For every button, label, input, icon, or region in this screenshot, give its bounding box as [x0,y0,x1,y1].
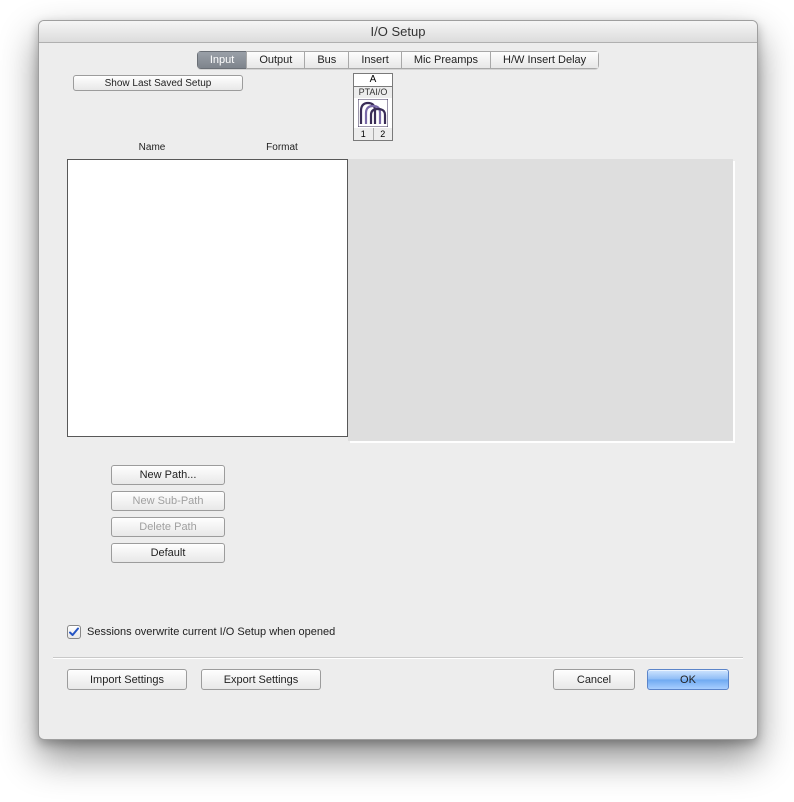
cancel-button[interactable]: Cancel [553,669,635,690]
checkmark-icon [68,626,80,638]
show-last-saved-container: Show Last Saved Setup [73,75,243,91]
import-settings-button[interactable]: Import Settings [67,669,187,690]
tab-mic-preamps[interactable]: Mic Preamps [401,51,490,69]
channel-grid[interactable] [348,159,733,441]
io-setup-window: I/O Setup Input Output Bus Insert Mic Pr… [38,20,758,740]
io-device-label: PTAI/O [353,87,393,98]
path-buttons: New Path... New Sub-Path Delete Path Def… [111,465,225,563]
io-channel-row: 1 2 [353,128,393,141]
io-channel-2[interactable]: 2 [374,128,393,140]
tab-bus[interactable]: Bus [304,51,348,69]
tab-output[interactable]: Output [246,51,304,69]
default-button[interactable]: Default [111,543,225,563]
path-list[interactable] [67,159,348,437]
io-device-icon-cell[interactable] [353,98,393,128]
footer: Import Settings Export Settings Cancel O… [67,669,729,690]
tab-row: Input Output Bus Insert Mic Preamps H/W … [39,51,757,69]
delete-path-button: Delete Path [111,517,225,537]
export-settings-button[interactable]: Export Settings [201,669,321,690]
tab-insert[interactable]: Insert [348,51,401,69]
window-title: I/O Setup [371,24,426,39]
sessions-overwrite-row: Sessions overwrite current I/O Setup whe… [67,625,335,639]
show-last-saved-button[interactable]: Show Last Saved Setup [73,75,243,91]
sessions-overwrite-checkbox[interactable] [67,625,81,639]
new-sub-path-button: New Sub-Path [111,491,225,511]
io-channel-1[interactable]: 1 [354,128,374,140]
column-name: Name [67,142,237,153]
new-path-button[interactable]: New Path... [111,465,225,485]
sessions-overwrite-label: Sessions overwrite current I/O Setup whe… [87,626,335,638]
ok-button[interactable]: OK [647,669,729,690]
io-slot-label[interactable]: A [353,73,393,87]
column-headers: Name Format [67,142,327,153]
io-device-header: A PTAI/O 1 2 [353,73,393,141]
tab-group: Input Output Bus Insert Mic Preamps H/W … [197,51,599,69]
column-format: Format [237,142,327,153]
tab-input[interactable]: Input [197,51,246,69]
audio-interface-icon [358,99,388,127]
window-titlebar: I/O Setup [39,21,757,43]
tab-hw-insert-delay[interactable]: H/W Insert Delay [490,51,599,69]
divider [53,657,743,658]
